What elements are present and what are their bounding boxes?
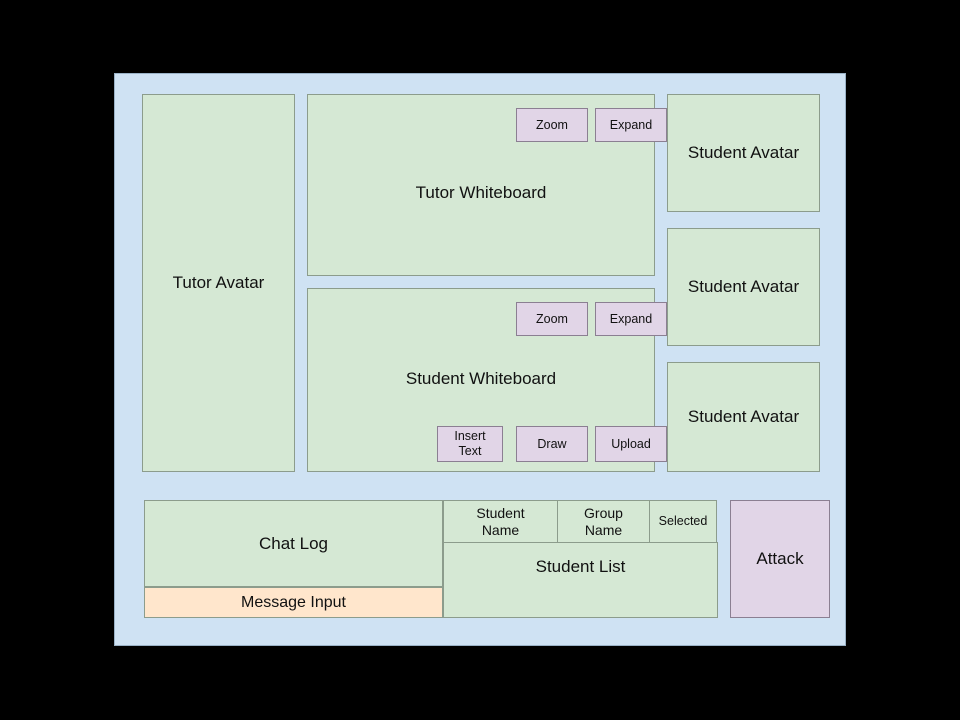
student-list-column-student-name[interactable]: Student Name	[443, 500, 558, 543]
student-list: Student Name Group Name Selected Student…	[443, 500, 718, 618]
insert-text-label-line1: Insert	[454, 429, 486, 443]
group-name-header-line2: Name	[584, 521, 623, 538]
student-whiteboard-expand-button[interactable]: Expand	[595, 302, 667, 336]
student-whiteboard-title: Student Whiteboard	[405, 369, 557, 388]
student-list-body[interactable]: Student List	[443, 542, 718, 618]
student-avatar-label-2: Student Avatar	[687, 277, 800, 297]
insert-text-label-line2: Text	[458, 444, 482, 458]
student-list-column-selected[interactable]: Selected	[649, 500, 717, 543]
student-avatar-label-1: Student Avatar	[687, 143, 800, 163]
student-avatar-panel-3[interactable]: Student Avatar	[667, 362, 820, 472]
bottom-region: Chat Log Message Input Student Name Grou…	[144, 500, 830, 624]
message-input-field[interactable]: Message Input	[144, 587, 443, 618]
student-list-header-row: Student Name Group Name Selected	[443, 500, 718, 543]
student-name-header-line2: Name	[481, 521, 520, 538]
chat-log-label: Chat Log	[259, 533, 328, 553]
student-whiteboard-upload-button[interactable]: Upload	[595, 426, 667, 462]
student-whiteboard-draw-button[interactable]: Draw	[516, 426, 588, 462]
app-shell: Tutor Avatar Tutor Whiteboard Zoom Expan…	[114, 73, 846, 646]
student-avatar-panel-2[interactable]: Student Avatar	[667, 228, 820, 346]
attack-panel[interactable]: Attack	[730, 500, 830, 618]
tutor-whiteboard-zoom-button[interactable]: Zoom	[516, 108, 588, 142]
tutor-avatar-panel[interactable]: Tutor Avatar	[142, 94, 295, 472]
student-list-column-group-name[interactable]: Group Name	[557, 500, 650, 543]
student-whiteboard-insert-text-button[interactable]: Insert Text	[437, 426, 503, 462]
chat-log-panel[interactable]: Chat Log	[144, 500, 443, 587]
tutor-whiteboard-expand-button[interactable]: Expand	[595, 108, 667, 142]
student-avatar-panel-1[interactable]: Student Avatar	[667, 94, 820, 212]
tutor-avatar-label: Tutor Avatar	[172, 273, 265, 293]
group-name-header-line1: Group	[584, 505, 623, 522]
student-whiteboard-zoom-button[interactable]: Zoom	[516, 302, 588, 336]
student-name-header-line1: Student	[476, 505, 525, 522]
student-whiteboard-panel[interactable]: Student Whiteboard Zoom Expand Insert Te…	[307, 288, 667, 472]
tutor-whiteboard-panel[interactable]: Tutor Whiteboard Zoom Expand	[307, 94, 667, 276]
canvas: Tutor Avatar Tutor Whiteboard Zoom Expan…	[0, 0, 960, 720]
student-avatar-label-3: Student Avatar	[687, 407, 800, 427]
tutor-whiteboard-title: Tutor Whiteboard	[415, 183, 547, 202]
